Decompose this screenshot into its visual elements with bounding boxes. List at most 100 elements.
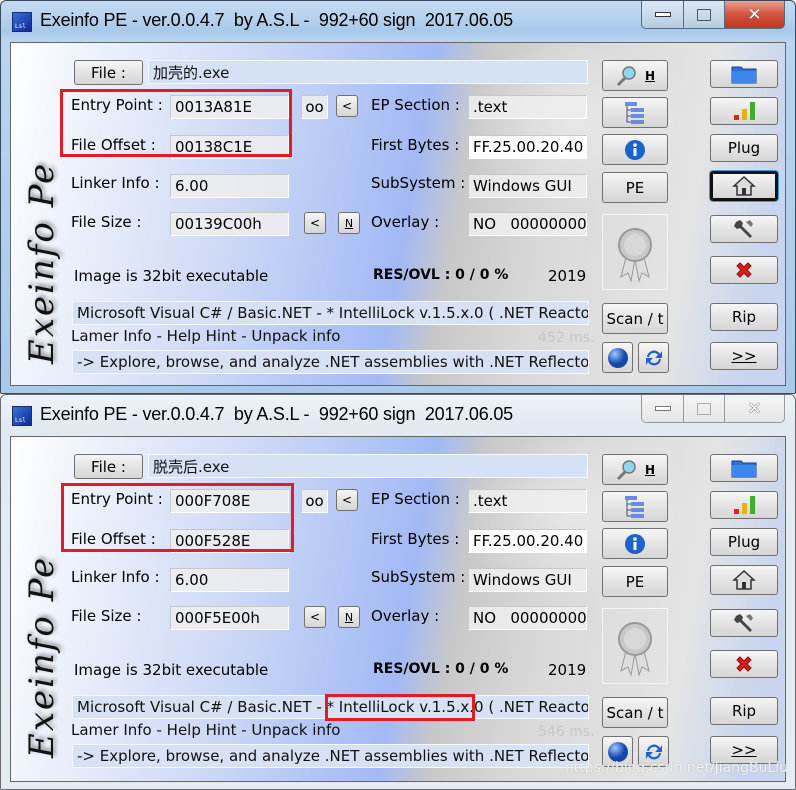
home-button[interactable] [710, 565, 778, 595]
section-tree-button[interactable] [602, 491, 668, 522]
ep-prev-label: < [341, 493, 353, 507]
rip-button[interactable]: Rip [710, 697, 778, 725]
ep-section-field[interactable]: .text [468, 489, 587, 513]
oo-button[interactable]: oo [301, 489, 328, 513]
app-icon[interactable]: Lsl [12, 12, 32, 32]
close-button[interactable]: ✕ [725, 395, 785, 423]
hint-field[interactable]: -> Explore, browse, and analyze .NET ass… [72, 350, 589, 374]
rip-button[interactable]: Rip [710, 303, 778, 331]
app-icon-text: Lsl [15, 23, 26, 30]
linker-info-field[interactable]: 6.00 [170, 174, 289, 198]
size-prev-button[interactable]: < [304, 212, 326, 234]
minimize-button[interactable] [641, 395, 684, 423]
subsystem-field[interactable]: Windows GUI [468, 174, 587, 198]
file-offset-field[interactable]: 00138C1E [170, 135, 289, 159]
n-label: N [344, 216, 354, 230]
minimize-button[interactable] [641, 1, 684, 29]
maximize-button[interactable] [684, 395, 725, 423]
caption-buttons: ✕ [641, 1, 785, 29]
file-name-text: 加壳的.exe [153, 63, 230, 82]
file-button[interactable]: File : [74, 454, 143, 479]
exeinfo-window-unpacked: Lsl Exeinfo PE - ver.0.0.4.7 by A.S.L - … [0, 394, 796, 790]
ep-prev-button[interactable]: < [336, 95, 358, 117]
detection-result-field[interactable]: Microsoft Visual C# / Basic.NET - * Inte… [72, 301, 589, 325]
plug-button[interactable]: Plug [710, 528, 778, 556]
linker-info-label: Linker Info : [71, 568, 160, 586]
file-offset-field[interactable]: 000F528E [170, 529, 289, 553]
exit-button[interactable] [710, 650, 778, 678]
first-bytes-value: FF.25.00.20.40 [473, 532, 584, 550]
web-button[interactable] [602, 342, 633, 373]
scan-button[interactable]: Scan / t [602, 303, 668, 334]
pe-button[interactable]: PE [602, 172, 668, 203]
overlay-field[interactable]: NO 00000000 [468, 212, 587, 236]
first-bytes-field[interactable]: FF.25.00.20.40 [468, 529, 587, 553]
entry-point-label: Entry Point : [71, 490, 163, 508]
ep-section-field[interactable]: .text [468, 95, 587, 119]
hex-search-button[interactable]: H [602, 60, 668, 91]
pe-button[interactable]: PE [602, 566, 668, 597]
file-size-label: File Size : [71, 607, 142, 625]
minimize-icon [654, 12, 671, 17]
file-name-field[interactable]: 加壳的.exe [148, 60, 588, 84]
detection-result-field[interactable]: Microsoft Visual C# / Basic.NET - * Inte… [72, 695, 589, 719]
file-name-field[interactable]: 脱壳后.exe [148, 454, 588, 478]
lamer-info-link[interactable]: Lamer Info - Help Hint - Unpack info [71, 327, 340, 345]
folder-icon [731, 460, 757, 478]
lamer-info-link[interactable]: Lamer Info - Help Hint - Unpack info [71, 721, 340, 739]
open-file-button[interactable] [710, 454, 778, 482]
signal-bars-icon [734, 102, 755, 120]
home-icon [732, 175, 756, 196]
section-tree-button[interactable] [602, 97, 668, 128]
hex-label: H [644, 68, 656, 83]
subsystem-value: Windows GUI [473, 571, 572, 589]
entry-point-field[interactable]: 0013A81E [170, 95, 289, 119]
overlay-field[interactable]: NO 00000000 [468, 606, 587, 630]
info-button[interactable] [602, 528, 668, 559]
hex-label: H [644, 462, 656, 477]
certificate-badge [602, 214, 668, 290]
file-offset-value: 000F528E [175, 532, 251, 550]
plug-label: Plug [727, 533, 761, 551]
info-button[interactable] [602, 134, 668, 165]
tools-button[interactable] [710, 215, 778, 243]
n-button[interactable]: N [338, 606, 360, 628]
ep-section-value: .text [473, 98, 508, 116]
exit-button[interactable] [710, 256, 778, 284]
next-button[interactable]: >> [710, 342, 778, 370]
ep-section-label: EP Section : [371, 96, 460, 114]
open-file-button[interactable] [710, 60, 778, 88]
scan-timing: 546 ms. [538, 724, 595, 740]
home-button[interactable] [710, 171, 778, 201]
hex-search-button[interactable]: H [602, 454, 668, 485]
title-bar[interactable]: Lsl Exeinfo PE - ver.0.0.4.7 by A.S.L - … [1, 1, 795, 41]
tools-button[interactable] [710, 609, 778, 637]
file-button[interactable]: File : [74, 60, 143, 85]
overlay-label: Overlay : [371, 213, 440, 231]
entry-point-field[interactable]: 000F708E [170, 489, 289, 513]
title-bar[interactable]: Lsl Exeinfo PE - ver.0.0.4.7 by A.S.L - … [1, 395, 795, 435]
subsystem-field[interactable]: Windows GUI [468, 568, 587, 592]
refresh-button[interactable] [638, 342, 669, 373]
scan-button[interactable]: Scan / t [602, 697, 668, 728]
ep-prev-button[interactable]: < [336, 489, 358, 511]
year-text: 2019 [548, 267, 587, 285]
oo-button[interactable]: oo [301, 95, 328, 119]
size-prev-button[interactable]: < [304, 606, 326, 628]
maximize-button[interactable] [684, 1, 725, 29]
close-button[interactable]: ✕ [725, 1, 785, 29]
plug-button[interactable]: Plug [710, 134, 778, 162]
n-button[interactable]: N [338, 212, 360, 234]
linker-info-field[interactable]: 6.00 [170, 568, 289, 592]
file-size-field[interactable]: 000F5E00h [170, 606, 289, 630]
signal-bars-icon [734, 496, 755, 514]
size-prev-label: < [309, 216, 321, 230]
file-size-field[interactable]: 00139C00h [170, 212, 289, 236]
logo-text: Exeinfo Pe [22, 555, 63, 759]
stats-button[interactable] [710, 491, 778, 519]
app-icon[interactable]: Lsl [12, 406, 32, 426]
refresh-icon [645, 350, 662, 365]
first-bytes-field[interactable]: FF.25.00.20.40 [468, 135, 587, 159]
hint-field[interactable]: -> Explore, browse, and analyze .NET ass… [72, 744, 589, 768]
stats-button[interactable] [710, 97, 778, 125]
